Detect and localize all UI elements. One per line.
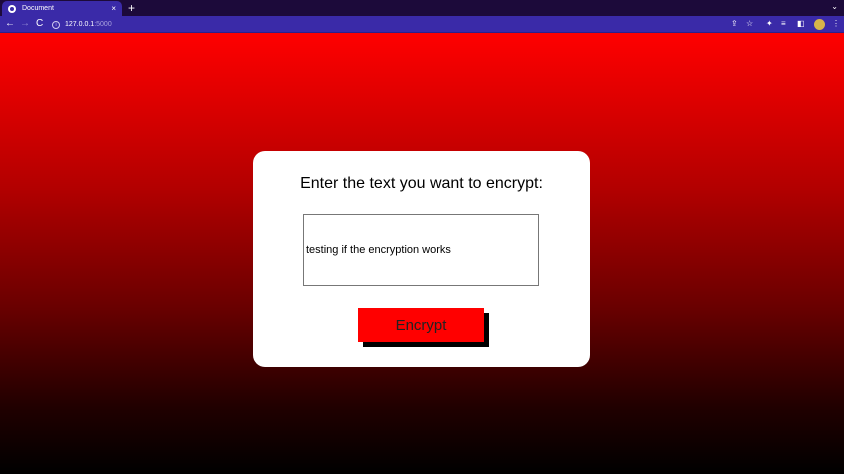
star-icon[interactable]: ☆ [746, 18, 753, 30]
forward-button[interactable]: → [20, 16, 30, 32]
address-bar[interactable]: i 127.0.0.1 :5000 [52, 18, 724, 31]
text-to-encrypt-input[interactable] [303, 214, 539, 286]
reading-list-icon[interactable]: ≡ [781, 18, 786, 30]
encrypt-card: Enter the text you want to encrypt: Encr… [253, 151, 590, 367]
share-icon[interactable]: ⇪ [731, 18, 738, 30]
page-background: Enter the text you want to encrypt: Encr… [0, 33, 844, 474]
profile-avatar[interactable] [814, 19, 825, 30]
globe-icon [8, 4, 16, 13]
side-panel-icon[interactable]: ◧ [797, 18, 805, 30]
info-icon[interactable]: i [52, 20, 60, 29]
browser-tab[interactable]: Document × [2, 1, 122, 16]
extensions-icon[interactable]: ✦ [766, 18, 773, 30]
tab-title: Document [22, 5, 54, 12]
tab-close-button[interactable]: × [111, 4, 116, 13]
url-host: 127.0.0.1 [65, 21, 95, 28]
tab-search-icon[interactable]: ⌄ [831, 2, 838, 11]
url-port: :5000 [94, 21, 112, 28]
menu-icon[interactable]: ⋮ [832, 18, 840, 30]
new-tab-button[interactable]: + [128, 0, 135, 16]
back-button[interactable]: ← [5, 16, 15, 32]
browser-toolbar: ← → C i 127.0.0.1 :5000 ⇪ ☆ ✦ ≡ ◧ ⋮ [0, 16, 844, 33]
reload-button[interactable]: C [36, 16, 43, 32]
prompt-heading: Enter the text you want to encrypt: [300, 175, 543, 192]
encrypt-button[interactable]: Encrypt [358, 308, 484, 342]
tab-strip: Document × + ⌄ [0, 0, 844, 16]
